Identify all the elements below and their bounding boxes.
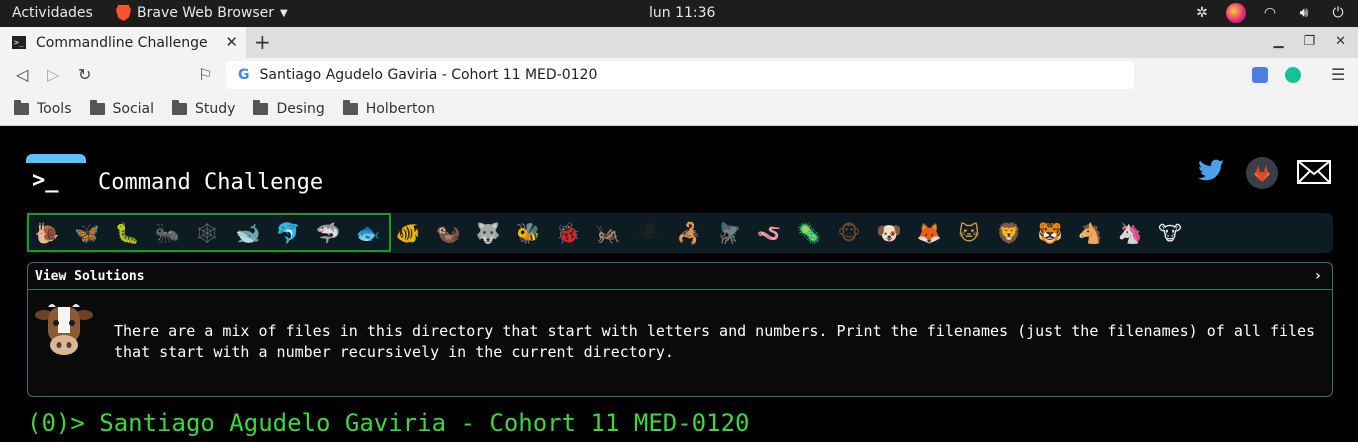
worm-icon[interactable]: 🪱 — [754, 219, 784, 247]
new-tab-button[interactable]: + — [254, 30, 271, 54]
lion-icon[interactable]: 🦁 — [994, 219, 1024, 247]
google-icon: G — [238, 67, 250, 83]
terminal-favicon-icon: >_ — [12, 36, 26, 49]
spider-icon[interactable]: 🕷 — [634, 219, 664, 247]
bookmark-folder-holberton[interactable]: Holberton — [342, 99, 435, 117]
menu-icon[interactable]: ☰ — [1331, 65, 1345, 84]
folder-icon — [342, 99, 358, 115]
slack-icon[interactable]: ✲ — [1192, 3, 1212, 23]
folder-icon — [172, 99, 188, 115]
brave-icon — [116, 5, 131, 21]
bookmark-folder-tools[interactable]: Tools — [14, 99, 72, 117]
system-tray: ✲ ◠ 🔊︎ ⏻ — [1192, 3, 1348, 23]
fly-icon[interactable]: 🪰 — [714, 219, 744, 247]
fox-icon[interactable]: 🦊 — [914, 219, 944, 247]
monkey-icon[interactable]: 🐵 — [834, 219, 864, 247]
folder-icon — [14, 99, 29, 115]
spider-web-icon[interactable]: 🕸 — [192, 219, 222, 247]
cow-icon — [35, 304, 93, 355]
scorpion-icon[interactable]: 🦂 — [674, 219, 704, 247]
caterpillar-icon[interactable]: 🐛 — [112, 219, 142, 247]
address-text: Santiago Agudelo Gaviria - Cohort 11 MED… — [259, 67, 598, 83]
tab-commandline-challenge[interactable]: >_ Commandline Challenge ✕ — [0, 27, 246, 58]
butterfly-icon[interactable]: 🦋 — [72, 219, 102, 247]
tab-title: Commandline Challenge — [36, 34, 208, 51]
power-icon[interactable]: ⏻ — [1328, 3, 1348, 23]
firefox-icon[interactable] — [1226, 3, 1246, 23]
bookmark-icon[interactable]: ⚐ — [198, 65, 212, 84]
logo-prompt: >_ — [32, 168, 59, 193]
bee-icon[interactable]: 🐝 — [513, 219, 543, 247]
ant-icon[interactable]: 🐜 — [152, 219, 182, 247]
shark-icon[interactable]: 🦈 — [313, 219, 343, 247]
close-window-icon[interactable]: ✕ — [1335, 34, 1346, 49]
bookmark-folder-social[interactable]: Social — [89, 99, 154, 117]
bookmark-folder-desing[interactable]: Desing — [253, 99, 325, 117]
window-controls: ▁ ❐ ✕ — [1273, 34, 1346, 49]
ladybug-icon[interactable]: 🐞 — [553, 219, 583, 247]
microbe-icon[interactable]: 🦠 — [794, 219, 824, 247]
command-input[interactable]: (0)> Santiago Agudelo Gaviria - Cohort 1… — [27, 409, 749, 437]
clock[interactable]: lun 11:36 — [649, 5, 715, 21]
view-solutions-toggle[interactable]: View Solutions › — [28, 263, 1332, 290]
grammarly-extension-icon[interactable] — [1285, 67, 1301, 83]
email-icon[interactable] — [1297, 160, 1331, 184]
whale-icon[interactable]: 🐋 — [233, 219, 263, 247]
unicorn-icon[interactable]: 🦄 — [1115, 219, 1145, 247]
address-bar[interactable]: G Santiago Agudelo Gaviria - Cohort 11 M… — [226, 61, 1134, 89]
challenge-description: There are a mix of files in this directo… — [114, 322, 1316, 361]
snail-icon[interactable]: 🐌 — [32, 219, 62, 247]
tiger-icon[interactable]: 🐯 — [1035, 219, 1065, 247]
page-title: Command Challenge — [98, 170, 324, 195]
dolphin-icon[interactable]: 🐬 — [273, 219, 303, 247]
challenge-panel: View Solutions › There are a mix of file… — [27, 262, 1333, 397]
bookmark-folder-study[interactable]: Study — [172, 99, 235, 117]
translate-extension-icon[interactable] — [1252, 67, 1268, 83]
back-icon[interactable]: ◁ — [16, 65, 28, 84]
minimize-icon[interactable]: ▁ — [1273, 34, 1283, 49]
cow-icon[interactable]: 🐮 — [1155, 219, 1185, 247]
tropical-fish-icon[interactable]: 🐠 — [393, 219, 423, 247]
chevron-down-icon: ▼ — [280, 7, 288, 19]
tab-strip: >_ Commandline Challenge ✕ + ▁ ❐ ✕ — [0, 27, 1358, 58]
chevron-right-icon: › — [1313, 268, 1322, 284]
restore-icon[interactable]: ❐ — [1303, 34, 1315, 49]
page-content: >_ Command Challenge 🐌 🦋 🐛 🐜 🕸 🐋 🐬 🦈 🐟 🐠 🦦 🐺 🐝 🐞 🦗 🕷 🦂 🪰 🪱… — [0, 127, 1358, 442]
forward-icon[interactable]: ▷ — [47, 65, 59, 84]
otter-icon[interactable]: 🦦 — [433, 219, 463, 247]
folder-icon — [253, 99, 269, 115]
system-top-bar: Actividades Brave Web Browser ▼ lun 11:3… — [0, 0, 1358, 27]
cricket-icon[interactable]: 🦗 — [593, 219, 623, 247]
app-menu[interactable]: Brave Web Browser ▼ — [116, 5, 288, 21]
app-menu-label: Brave Web Browser — [137, 5, 274, 21]
bookmarks-bar: Tools Social Study Desing Holberton — [0, 92, 1358, 126]
close-tab-icon[interactable]: ✕ — [225, 33, 238, 51]
fish-icon[interactable]: 🐟 — [353, 219, 383, 247]
navigation-bar: ◁ ▷ ↻ ⚐ G Santiago Agudelo Gaviria - Coh… — [0, 58, 1358, 92]
activities-button[interactable]: Actividades — [12, 5, 93, 21]
dog-icon[interactable]: 🐶 — [874, 219, 904, 247]
view-solutions-label: View Solutions — [35, 268, 145, 284]
logo-tab-accent — [26, 154, 86, 163]
site-logo[interactable]: >_ — [26, 154, 86, 206]
cat-icon[interactable]: 🐱 — [954, 219, 984, 247]
horse-icon[interactable]: 🐴 — [1075, 219, 1105, 247]
twitter-icon[interactable] — [1197, 159, 1225, 183]
folder-icon — [89, 99, 105, 115]
reload-icon[interactable]: ↻ — [78, 65, 91, 84]
wolf-icon[interactable]: 🐺 — [473, 219, 503, 247]
wifi-icon[interactable]: ◠ — [1260, 3, 1280, 23]
volume-icon[interactable]: 🔊︎ — [1294, 3, 1314, 23]
gitlab-icon[interactable] — [1245, 156, 1279, 190]
